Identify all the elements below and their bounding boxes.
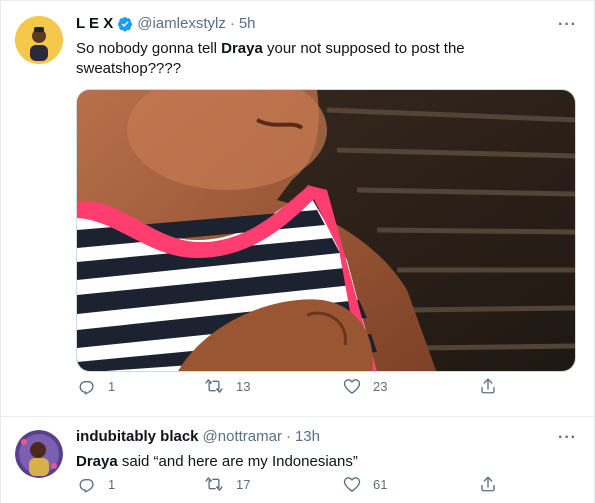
avatar[interactable]	[15, 430, 63, 478]
like-button[interactable]: 23	[343, 377, 387, 395]
tweet-text: So nobody gonna tell Draya your not supp…	[76, 39, 566, 79]
retweet-button[interactable]: 13	[204, 377, 250, 395]
like-count: 61	[373, 476, 388, 492]
share-button[interactable]	[479, 377, 497, 395]
reply-count: 1	[108, 378, 116, 394]
user-handle[interactable]: @nottramar	[203, 428, 282, 445]
retweet-count: 13	[236, 378, 251, 394]
more-icon[interactable]: ···	[558, 16, 577, 34]
retweet-button[interactable]: 17	[204, 475, 250, 493]
tweet-text-part: So nobody gonna tell	[76, 40, 222, 57]
share-icon	[479, 475, 497, 493]
reply-button[interactable]: 1	[78, 475, 115, 493]
retweet-icon	[204, 377, 224, 395]
retweet-icon	[204, 475, 224, 493]
share-button[interactable]	[479, 475, 497, 493]
reply-button[interactable]: 1	[78, 377, 115, 395]
heart-icon	[343, 377, 361, 395]
avatar[interactable]	[15, 16, 63, 64]
verified-badge-icon	[117, 16, 133, 32]
display-name[interactable]: indubitably black	[76, 428, 199, 445]
mention-text: Draya	[221, 40, 263, 57]
more-icon[interactable]: ···	[558, 429, 577, 447]
mention-text: Draya	[76, 453, 118, 470]
retweet-count: 17	[236, 476, 251, 492]
like-count: 23	[373, 378, 388, 394]
tweet-photo[interactable]	[76, 89, 576, 372]
user-handle[interactable]: @iamlexstylz	[137, 15, 226, 32]
reply-count: 1	[108, 476, 116, 492]
tweet-2[interactable]: indubitably black @nottramar · 13h ··· D…	[0, 417, 595, 503]
timestamp[interactable]: 5h	[239, 15, 256, 32]
tweet-text: Draya said “and here are my Indonesians”	[76, 452, 566, 472]
reply-icon	[78, 475, 96, 493]
like-button[interactable]: 61	[343, 475, 387, 493]
share-icon	[479, 377, 497, 395]
tweet-text-part: said “and here are my Indonesians”	[117, 453, 358, 470]
tweet-1[interactable]: L E X @iamlexstylz · 5h ··· So nobody go…	[0, 0, 595, 416]
separator-dot: ·	[229, 15, 235, 32]
separator-dot: ·	[285, 428, 291, 445]
heart-icon	[343, 475, 361, 493]
reply-icon	[78, 377, 96, 395]
timestamp[interactable]: 13h	[295, 428, 320, 445]
display-name[interactable]: L E X	[76, 15, 113, 32]
